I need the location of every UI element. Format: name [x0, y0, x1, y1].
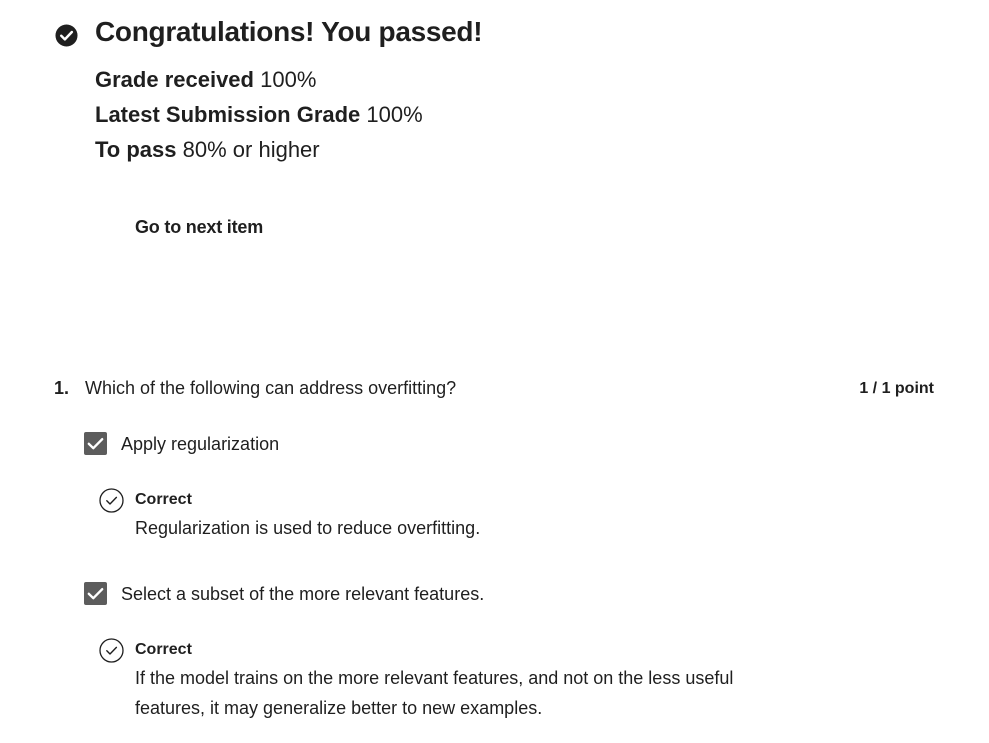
latest-grade-row: Latest Submission Grade 100%: [95, 100, 423, 130]
grade-received-value: 100%: [260, 67, 317, 92]
to-pass-label: To pass: [95, 137, 177, 162]
option-2-feedback-title: Correct: [135, 641, 192, 658]
question-points: 1 / 1 point: [859, 380, 934, 397]
latest-grade-label: Latest Submission Grade: [95, 102, 361, 127]
latest-grade-value: 100%: [366, 102, 423, 127]
question-text: Which of the following can address overf…: [85, 378, 457, 398]
to-pass-row: To pass 80% or higher: [95, 135, 320, 165]
check-circle-outline-icon: [99, 488, 124, 513]
check-circle-filled-icon: [55, 24, 78, 47]
option-1-feedback-text: Regularization is used to reduce overfit…: [135, 518, 481, 538]
option-1-feedback-title: Correct: [135, 491, 192, 508]
question-number: 1.: [54, 378, 70, 398]
checkmark-icon: [87, 588, 104, 600]
option-2-feedback-text: If the model trains on the more relevant…: [135, 668, 734, 718]
check-circle-outline-icon: [99, 638, 124, 663]
option-2-label[interactable]: Select a subset of the more relevant fea…: [121, 581, 484, 607]
option-1-checkbox[interactable]: [84, 432, 107, 455]
option-2-checkbox[interactable]: [84, 582, 107, 605]
pass-heading: Congratulations! You passed!: [95, 16, 483, 47]
option-1-label[interactable]: Apply regularization: [121, 431, 279, 457]
checkmark-icon: [87, 438, 104, 450]
to-pass-value: 80% or higher: [182, 137, 320, 162]
grade-received-label: Grade received: [95, 67, 254, 92]
go-to-next-item-button[interactable]: Go to next item: [135, 214, 263, 240]
grade-received-row: Grade received 100%: [95, 65, 316, 95]
